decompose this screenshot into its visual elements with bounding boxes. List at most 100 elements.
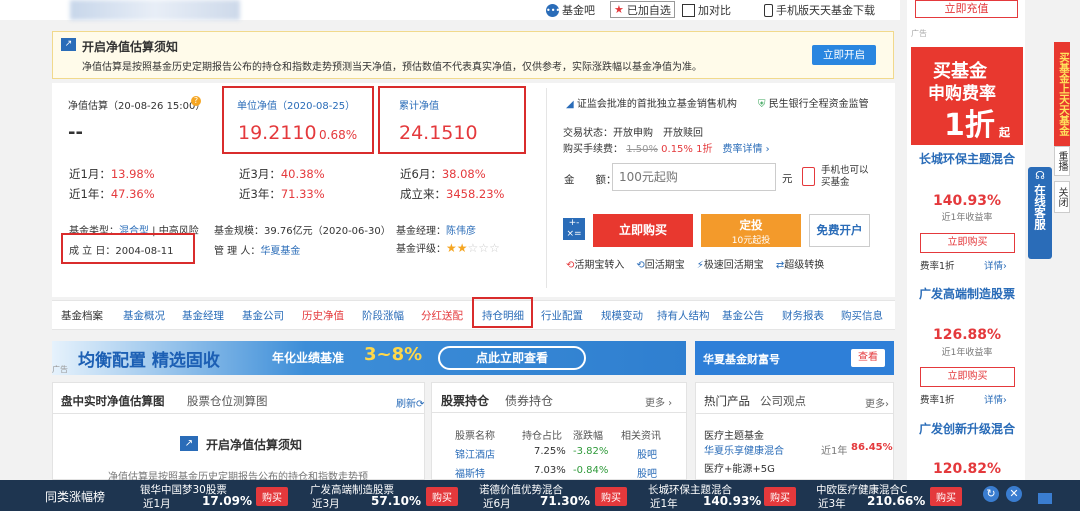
right-fund-return: 126.88%	[932, 327, 1002, 343]
tab-realtime-estimate[interactable]: 盘中实时净值估算图	[61, 393, 165, 409]
company-banner-title: 华夏基金财富号	[703, 353, 780, 366]
company-view-button[interactable]: 查看	[851, 349, 885, 367]
quick-links: ⟲活期宝转入 ⟲回活期宝 ⚡极速回活期宝 ⇄超级转换	[566, 256, 824, 271]
tab-financials[interactable]: 财务报表	[782, 308, 824, 323]
fee-ad-discount: 1折	[944, 108, 995, 143]
tab-holdings[interactable]: 持仓明细	[482, 308, 524, 323]
tab-overview[interactable]: 基金概况	[123, 308, 165, 323]
tab-industry[interactable]: 行业配置	[541, 308, 583, 323]
tab-dividends[interactable]: 分红送配	[421, 308, 463, 323]
refresh-button[interactable]: 刷新⟳	[396, 395, 424, 410]
refresh-icon[interactable]: ↻	[983, 486, 999, 502]
mobile-download-label: 手机版天天基金下载	[776, 4, 875, 17]
compare-label: 加对比	[698, 4, 731, 17]
close-ad-button[interactable]: 关闭	[1054, 181, 1070, 213]
right-buy-button[interactable]: 立即购买	[920, 233, 1015, 253]
open-account-button[interactable]: 免费开户	[809, 214, 870, 247]
right-fund-name[interactable]: 长城环保主题混合	[911, 152, 1023, 167]
question-icon[interactable]: ?	[191, 96, 201, 106]
fee-detail-link[interactable]: 费率详情	[723, 144, 763, 155]
acc-nav-value: 24.1510	[399, 122, 478, 144]
fixed-invest-button[interactable]: 定投 10元起投	[701, 214, 801, 247]
purchase-fee: 购买手续费： 1.50% 0.15% 1折 费率详情 ›	[563, 144, 770, 155]
tab-stage-growth[interactable]: 阶段涨幅	[362, 308, 404, 323]
amount-label: 金 额：	[564, 174, 617, 186]
tab-company[interactable]: 基金公司	[242, 308, 284, 323]
right-fund-sub: 近1年收益率	[941, 348, 993, 358]
enable-estimate-button[interactable]: 立即开启	[812, 45, 876, 65]
buy-now-button[interactable]: 立即购买	[593, 214, 693, 247]
blurred-fund-title	[70, 0, 240, 20]
more-link[interactable]: 更多›	[865, 395, 889, 410]
exchange-icon: ⇄	[775, 260, 785, 271]
banner-title: 均衡配置 精选固收	[78, 351, 220, 371]
right-fund-fee: 费率1折	[920, 261, 955, 272]
quick-link-2[interactable]: ⟲回活期宝	[636, 256, 684, 271]
banner-range: 3~8%	[364, 344, 423, 365]
fund-bar-link[interactable]: ••• 基金吧	[546, 2, 595, 18]
online-service-tab[interactable]: ☊ 在线客服	[1028, 167, 1052, 259]
star-icon: ☆	[489, 241, 500, 255]
manager-link[interactable]: 陈伟彦	[446, 226, 476, 237]
shield-icon: ⛨	[758, 99, 766, 110]
mobile-download-link[interactable]: 手机版天天基金下载	[764, 2, 875, 18]
product-fund-link[interactable]: 华夏乐享健康混合	[704, 442, 784, 457]
rank-return: 57.10%	[371, 494, 421, 508]
tab-scale-change[interactable]: 规模变动	[601, 308, 643, 323]
right-buy-button[interactable]: 立即购买	[920, 367, 1015, 387]
rank-period: 近1月	[143, 498, 171, 510]
tab-announcements[interactable]: 基金公告	[722, 308, 764, 323]
tab-stock-position[interactable]: 股票仓位测算图	[187, 393, 268, 409]
tab-company-views[interactable]: 公司观点	[760, 393, 806, 409]
star-icon: ★	[446, 241, 457, 255]
star-icon: ☆	[478, 241, 490, 255]
replay-button[interactable]: 重播	[1054, 146, 1070, 176]
tab-archive[interactable]: 基金档案	[61, 308, 103, 323]
admin-link[interactable]: 华夏基金	[260, 246, 300, 257]
rank-buy-button[interactable]: 购买	[930, 487, 962, 506]
fund-admin: 管 理 人：华夏基金	[214, 246, 301, 257]
rank-buy-button[interactable]: 购买	[426, 487, 458, 506]
compare-button[interactable]: 加对比	[682, 2, 731, 18]
right-fund-name[interactable]: 广发高端制造股票	[911, 287, 1023, 302]
rank-return: 140.93%	[703, 494, 762, 508]
stock-guba-link[interactable]: 股吧	[637, 465, 657, 480]
col-change: 涨跌幅	[573, 431, 603, 442]
side-ad-tab[interactable]: 买基金上天天基金	[1054, 42, 1070, 146]
tab-hot-products[interactable]: 热门产品	[704, 393, 750, 409]
right-detail-link[interactable]: 详情›	[984, 258, 1007, 272]
star-icon: ★	[456, 241, 468, 255]
rank-buy-button[interactable]: 购买	[595, 487, 627, 506]
rank-buy-button[interactable]: 购买	[256, 487, 288, 506]
more-link[interactable]: 更多 ›	[645, 394, 672, 409]
quick-link-4[interactable]: ⇄超级转换	[776, 256, 824, 271]
banner-cta-button[interactable]: 点此立即查看	[438, 346, 586, 370]
recharge-button[interactable]: 立即充值	[915, 0, 1018, 18]
rank-buy-button[interactable]: 购买	[764, 487, 796, 506]
right-detail-link[interactable]: 详情›	[984, 392, 1007, 406]
rating-stars: ★★☆☆☆	[446, 241, 500, 255]
stock-guba-link[interactable]: 股吧	[637, 446, 657, 461]
col-news: 相关资讯	[621, 431, 661, 442]
quick-link-3[interactable]: ⚡极速回活期宝	[697, 256, 764, 271]
unit-nav-change: 0.68%	[319, 128, 358, 142]
calculator-icon[interactable]: +- ×=	[563, 218, 585, 240]
tab-purchase-info[interactable]: 购买信息	[841, 308, 883, 323]
product-period: 近1年	[821, 446, 848, 457]
tab-stock-holdings[interactable]: 股票持仓	[441, 392, 489, 409]
amount-input[interactable]	[612, 163, 776, 191]
close-icon[interactable]: ✕	[1006, 486, 1022, 502]
divider	[546, 88, 547, 288]
fund-bar-label: 基金吧	[562, 4, 595, 17]
mobile-hint[interactable]: 手机也可以买基金	[821, 165, 877, 189]
divider	[52, 413, 425, 414]
added-watch-button[interactable]: ★ 已加自选	[610, 1, 675, 18]
stock-name-link[interactable]: 锦江酒店	[455, 446, 495, 461]
right-fund-name[interactable]: 广发创新升级混合	[911, 422, 1023, 437]
stock-name-link[interactable]: 福斯特	[455, 465, 485, 480]
tab-holder-structure[interactable]: 持有人结构	[657, 308, 710, 323]
tab-manager[interactable]: 基金经理	[182, 308, 224, 323]
quick-link-1[interactable]: ⟲活期宝转入	[566, 256, 624, 271]
tab-bond-holdings[interactable]: 债券持仓	[505, 392, 553, 409]
tab-history-nav[interactable]: 历史净值	[302, 308, 344, 323]
